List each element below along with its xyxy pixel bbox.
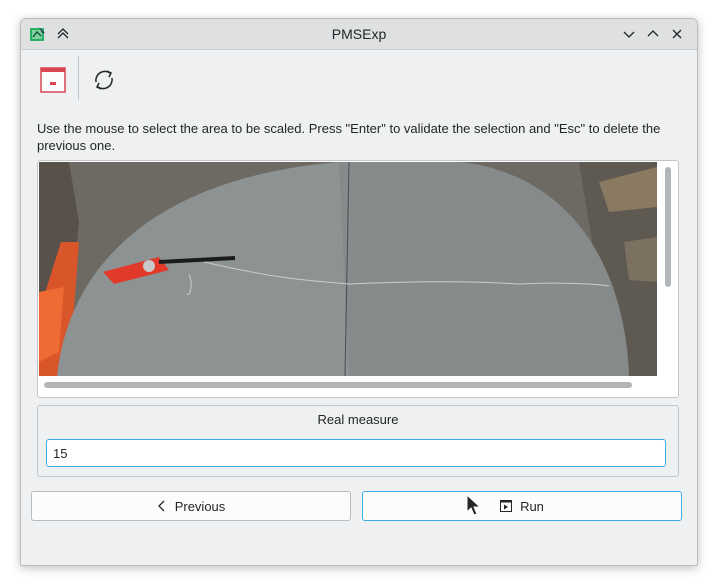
instructions-text: Use the mouse to select the area to be s… [37, 121, 661, 153]
window-minimize-red-icon[interactable] [37, 64, 69, 96]
chevron-left-icon [157, 500, 165, 512]
toolbar-separator [78, 56, 79, 100]
main-window: PMSExp Use the mouse to select the area … [20, 18, 698, 566]
vertical-scrollbar-thumb[interactable] [665, 167, 671, 287]
window-title: PMSExp [331, 26, 387, 42]
video-frame-image[interactable] [39, 162, 657, 376]
run-button[interactable]: Run [362, 491, 682, 521]
refresh-icon[interactable] [88, 64, 120, 96]
horizontal-scrollbar-thumb[interactable] [44, 382, 632, 388]
run-button-label: Run [520, 498, 544, 514]
image-scroll-area[interactable] [37, 160, 679, 398]
run-icon [500, 500, 513, 512]
minimize-icon[interactable] [621, 26, 637, 42]
toolbar [21, 50, 697, 108]
real-measure-group: Real measure [37, 405, 679, 477]
close-icon[interactable] [669, 26, 685, 42]
previous-button[interactable]: Previous [31, 491, 351, 521]
maximize-icon[interactable] [645, 26, 661, 42]
title-bar[interactable]: PMSExp [21, 19, 697, 50]
previous-button-label: Previous [174, 498, 226, 514]
real-measure-title: Real measure [317, 412, 399, 427]
real-measure-input[interactable] [46, 439, 666, 467]
mouse-cursor-icon [466, 494, 482, 516]
